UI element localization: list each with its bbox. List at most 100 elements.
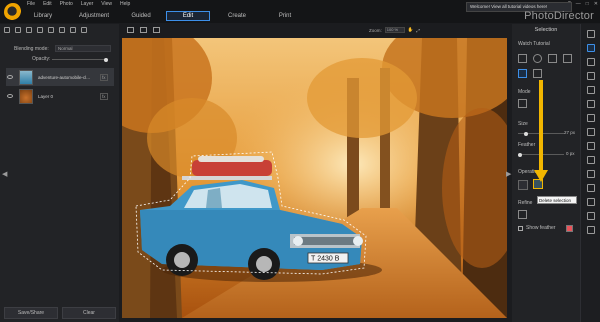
menu-layer[interactable]: Layer: [81, 1, 94, 7]
annotation-arrow-shaft: [539, 80, 543, 178]
size-knob[interactable]: [524, 131, 528, 136]
image-layer-icon[interactable]: [37, 27, 43, 33]
gradient-icon[interactable]: [587, 184, 595, 192]
feather-label: Feather: [518, 142, 536, 148]
window-controls: ? — □ ✕: [568, 1, 598, 7]
size-label: Size: [518, 121, 528, 127]
adjust-layer-icon[interactable]: [59, 27, 65, 33]
collapse-right-panel-icon[interactable]: ▶: [506, 170, 511, 178]
fit-icon[interactable]: ⤢: [416, 28, 420, 33]
mode-label: Mode: [518, 89, 531, 95]
collapse-left-panel-icon[interactable]: ◀: [2, 170, 7, 178]
menu-view[interactable]: View: [101, 1, 112, 7]
save-share-button[interactable]: Save/Share: [4, 307, 58, 319]
tab-library[interactable]: Library: [27, 11, 59, 21]
shape-icon[interactable]: [587, 86, 595, 94]
eye-icon[interactable]: [7, 75, 13, 79]
zoom-control: Zoom: 100 % ✋ ⤢: [369, 27, 420, 33]
ellipse-select-icon[interactable]: [533, 54, 542, 63]
canvas-tools: [127, 27, 160, 33]
app-logo: [4, 3, 22, 21]
blending-mode-label: Blending mode:: [14, 46, 49, 52]
transform-icon[interactable]: [587, 212, 595, 220]
tab-adjustment[interactable]: Adjustment: [72, 11, 116, 21]
layer-thumbnail: [19, 88, 33, 104]
clear-button[interactable]: Clear: [62, 307, 116, 319]
show-feather-label: Show feather: [526, 225, 556, 231]
menu-photo[interactable]: Photo: [60, 1, 73, 7]
brush-mode-icon[interactable]: [518, 99, 527, 108]
zoom-label: Zoom:: [369, 27, 382, 33]
minimize-button[interactable]: —: [576, 1, 581, 7]
layer-name: adventure-automobile-cl...: [38, 74, 91, 80]
zoom-input[interactable]: 100 %: [384, 27, 405, 33]
layers-toolbar: [4, 27, 87, 33]
text-layer-icon[interactable]: [48, 27, 54, 33]
refine-label: Refine: [518, 200, 533, 206]
rotate-icon[interactable]: [587, 226, 595, 234]
opacity-slider[interactable]: [52, 57, 108, 62]
canvas-toolbar: Zoom: 100 % ✋ ⤢: [119, 24, 511, 37]
fill-icon[interactable]: [587, 128, 595, 136]
photo-canvas[interactable]: Т 2430 В: [122, 38, 507, 318]
annotation-arrow-head: [534, 170, 548, 182]
license-plate: Т 2430 В: [311, 256, 340, 263]
refine-brush-icon[interactable]: [518, 210, 527, 219]
layer-item[interactable]: Layer 0 fx: [6, 87, 114, 105]
blending-mode-select[interactable]: Normal: [55, 45, 111, 52]
smart-brush-icon[interactable]: [518, 69, 527, 78]
add-selection-button[interactable]: [518, 180, 528, 190]
crop-icon[interactable]: [587, 30, 595, 38]
text-tool-icon[interactable]: [587, 100, 595, 108]
lasso-icon[interactable]: [548, 54, 557, 63]
compare-icon[interactable]: [127, 27, 134, 33]
duplicate-layer-icon[interactable]: [15, 27, 21, 33]
polygon-lasso-icon[interactable]: [563, 54, 572, 63]
brush-tool-icon[interactable]: [587, 58, 595, 66]
fx-button[interactable]: fx: [100, 73, 108, 81]
feather-value: 0 px: [566, 151, 575, 156]
size-value: 27 px: [564, 130, 576, 135]
selection-tool-icon[interactable]: [587, 44, 595, 52]
menu-edit[interactable]: Edit: [43, 1, 52, 7]
tab-create[interactable]: Create: [220, 11, 254, 21]
photo-image: Т 2430 В: [122, 38, 507, 318]
feather-knob[interactable]: [518, 152, 522, 157]
brand-name: PhotoDirector: [524, 10, 594, 22]
layer-thumbnail: [19, 69, 33, 85]
rect-select-icon[interactable]: [518, 54, 527, 63]
delete-layer-icon[interactable]: [81, 27, 87, 33]
eye-icon[interactable]: [7, 94, 13, 98]
eyedropper-icon[interactable]: [587, 142, 595, 150]
delete-selection-tooltip: Delete selection: [537, 196, 577, 204]
magic-wand-icon[interactable]: [533, 69, 542, 78]
grid-icon[interactable]: [153, 27, 160, 33]
merge-layer-icon[interactable]: [70, 27, 76, 33]
tab-print[interactable]: Print: [270, 11, 300, 21]
tab-guided[interactable]: Guided: [124, 11, 158, 21]
tool-strip: [580, 24, 600, 322]
menu-help[interactable]: Help: [120, 1, 130, 7]
close-button[interactable]: ✕: [594, 1, 598, 7]
show-feather-checkbox[interactable]: [518, 226, 523, 231]
layers-bottom-bar: Save/Share Clear: [4, 307, 116, 319]
eraser-icon[interactable]: [587, 72, 595, 80]
layer-name: Layer 0: [38, 93, 54, 99]
menu-file[interactable]: File: [27, 1, 35, 7]
maximize-button[interactable]: □: [586, 1, 589, 7]
new-layer-icon[interactable]: [4, 27, 10, 33]
fx-button[interactable]: fx: [100, 92, 108, 100]
opacity-knob[interactable]: [104, 57, 108, 62]
tab-edit[interactable]: Edit: [166, 11, 210, 21]
hand-icon[interactable]: ✋: [408, 27, 414, 33]
blur-tool-icon[interactable]: [587, 156, 595, 164]
dodge-icon[interactable]: [587, 170, 595, 178]
panel-title: Selection: [534, 27, 558, 33]
clone-icon[interactable]: [587, 114, 595, 122]
watch-tutorial-link[interactable]: Watch Tutorial: [518, 41, 550, 47]
move-icon[interactable]: [587, 198, 595, 206]
layer-item[interactable]: adventure-automobile-cl... fx: [6, 68, 114, 86]
feather-color-swatch[interactable]: [566, 225, 573, 232]
image-icon[interactable]: [140, 27, 147, 33]
mask-icon[interactable]: [26, 27, 32, 33]
